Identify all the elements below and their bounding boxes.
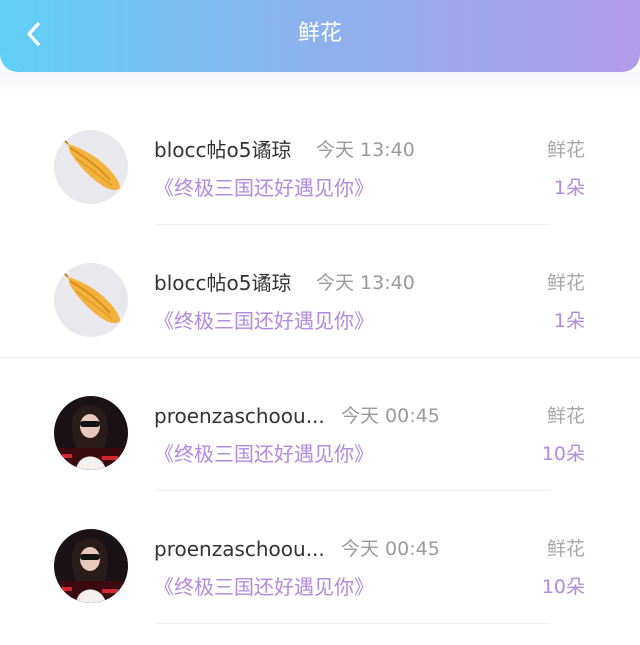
avatar[interactable] xyxy=(54,263,128,337)
flower-list: blocc帖o5谲琼 今天 13:40 《终极三国还好遇见你》 鲜花 1朵 bl… xyxy=(0,92,640,624)
user-name[interactable]: blocc帖o5谲琼 xyxy=(154,136,291,164)
avatar[interactable] xyxy=(54,529,128,603)
gift-type: 鲜花 xyxy=(546,139,585,161)
book-title[interactable]: 《终极三国还好遇见你》 xyxy=(154,307,374,335)
timestamp: 今天 00:45 xyxy=(341,405,440,427)
user-name[interactable]: proenzaschoou... xyxy=(154,402,325,430)
book-title[interactable]: 《终极三国还好遇见你》 xyxy=(154,573,374,601)
list-item[interactable]: proenzaschoou... 今天 00:45 《终极三国还好遇见你》 鲜花… xyxy=(0,491,640,624)
page-title: 鲜花 xyxy=(297,21,342,46)
list-item[interactable]: blocc帖o5谲琼 今天 13:40 《终极三国还好遇见你》 鲜花 1朵 xyxy=(0,92,640,225)
avatar[interactable] xyxy=(54,396,128,470)
gift-type: 鲜花 xyxy=(546,272,585,294)
user-name[interactable]: proenzaschoou... xyxy=(154,535,325,563)
list-item[interactable]: blocc帖o5谲琼 今天 13:40 《终极三国还好遇见你》 鲜花 1朵 xyxy=(0,225,640,358)
header-bar: 鲜花 xyxy=(0,0,640,72)
gift-count: 10朵 xyxy=(541,576,585,598)
user-name[interactable]: blocc帖o5谲琼 xyxy=(154,269,291,297)
shell-avatar-icon xyxy=(54,130,128,204)
book-title[interactable]: 《终极三国还好遇见你》 xyxy=(154,174,374,202)
header-shadow xyxy=(0,72,640,92)
gift-count: 1朵 xyxy=(553,177,585,199)
book-title[interactable]: 《终极三国还好遇见你》 xyxy=(154,440,374,468)
gift-count: 10朵 xyxy=(541,443,585,465)
avatar[interactable] xyxy=(54,130,128,204)
shell-avatar-icon xyxy=(54,263,128,337)
gift-type: 鲜花 xyxy=(546,405,585,427)
timestamp: 今天 00:45 xyxy=(341,538,440,560)
list-item[interactable]: proenzaschoou... 今天 00:45 《终极三国还好遇见你》 鲜花… xyxy=(0,358,640,491)
timestamp: 今天 13:40 xyxy=(316,272,415,294)
gift-type: 鲜花 xyxy=(546,538,585,560)
person-avatar-icon xyxy=(54,529,128,603)
timestamp: 今天 13:40 xyxy=(316,139,415,161)
person-avatar-icon xyxy=(54,396,128,470)
gift-count: 1朵 xyxy=(553,310,585,332)
